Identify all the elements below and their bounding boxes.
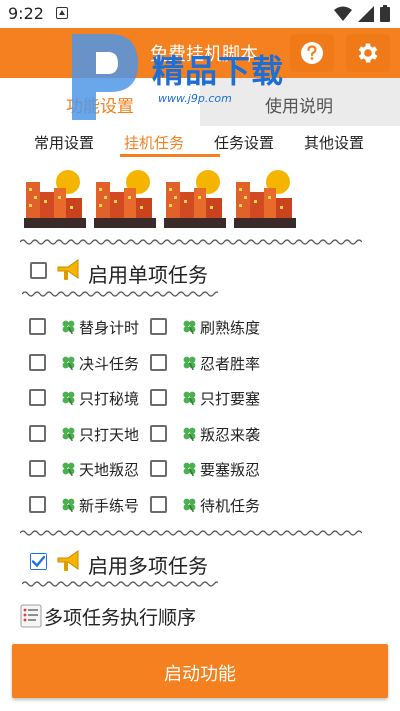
subtab-other-settings[interactable]: 其他设置 bbox=[304, 132, 364, 153]
list-document-icon bbox=[20, 604, 42, 628]
main-tabs: 功能设置 使用说明 bbox=[0, 78, 400, 126]
tab-instructions[interactable]: 使用说明 bbox=[200, 78, 400, 126]
single-task-checkbox[interactable] bbox=[30, 262, 47, 279]
task-label: 只打秘境 bbox=[79, 390, 140, 408]
city-sunset-icon bbox=[234, 170, 296, 228]
multi-task-checkbox[interactable] bbox=[30, 553, 47, 570]
task-label: 只打天地 bbox=[79, 426, 140, 444]
notification-icon bbox=[56, 7, 68, 19]
tab-function-settings[interactable]: 功能设置 bbox=[0, 78, 200, 126]
city-sunset-icon bbox=[164, 170, 226, 228]
task-label: 决斗任务 bbox=[79, 355, 140, 373]
clover-icon bbox=[62, 498, 75, 512]
wavy-divider bbox=[22, 291, 218, 297]
city-icon-row bbox=[24, 168, 324, 230]
clover-icon bbox=[62, 427, 75, 441]
task-checkbox[interactable] bbox=[150, 425, 167, 442]
trumpet-icon bbox=[57, 259, 79, 280]
wavy-divider bbox=[20, 530, 362, 536]
clover-icon bbox=[183, 427, 196, 441]
task-label: 要塞叛忍 bbox=[200, 461, 261, 479]
task-label: 替身计时 bbox=[79, 319, 140, 337]
task-checkbox[interactable] bbox=[150, 318, 167, 335]
task-checkbox[interactable] bbox=[150, 460, 167, 477]
status-bar: 9:22 bbox=[0, 0, 400, 28]
help-button[interactable] bbox=[290, 34, 334, 72]
single-task-label: 启用单项任务 bbox=[88, 263, 208, 287]
city-sunset-icon bbox=[24, 170, 86, 228]
task-label: 只打要塞 bbox=[200, 390, 261, 408]
task-checkbox[interactable] bbox=[29, 460, 46, 477]
settings-button[interactable] bbox=[346, 34, 390, 72]
task-checkbox[interactable] bbox=[29, 318, 46, 335]
clover-icon bbox=[62, 391, 75, 405]
task-label: 新手练号 bbox=[79, 497, 140, 515]
app-bar: 免费挂机脚本 bbox=[0, 28, 400, 78]
clover-icon bbox=[183, 320, 196, 334]
city-sunset-icon bbox=[94, 170, 156, 228]
multi-task-label: 启用多项任务 bbox=[88, 554, 208, 578]
task-checkbox[interactable] bbox=[29, 425, 46, 442]
execution-order-label: 多项任务执行顺序 bbox=[44, 607, 197, 629]
checkmark-icon bbox=[31, 554, 46, 569]
subtab-task-settings[interactable]: 任务设置 bbox=[214, 132, 274, 153]
gear-icon bbox=[358, 43, 378, 63]
tab-function-settings-label: 功能设置 bbox=[66, 97, 134, 117]
tab-instructions-label: 使用说明 bbox=[265, 97, 333, 117]
active-tab-indicator bbox=[120, 154, 220, 157]
task-label: 叛忍来袭 bbox=[200, 426, 261, 444]
task-label: 刷熟练度 bbox=[200, 319, 261, 337]
start-function-label: 启动功能 bbox=[164, 664, 236, 685]
clover-icon bbox=[62, 356, 75, 370]
task-checkbox[interactable] bbox=[29, 354, 46, 371]
battery-icon bbox=[380, 5, 390, 22]
status-time: 9:22 bbox=[8, 4, 44, 23]
clover-icon bbox=[183, 498, 196, 512]
sub-tabs: 常用设置 挂机任务 任务设置 其他设置 bbox=[20, 128, 380, 158]
clover-icon bbox=[183, 462, 196, 476]
status-icons bbox=[334, 5, 390, 22]
clover-icon bbox=[183, 356, 196, 370]
start-function-button[interactable]: 启动功能 bbox=[12, 644, 388, 698]
task-checkbox[interactable] bbox=[29, 496, 46, 513]
signal-icon bbox=[358, 5, 374, 22]
clover-icon bbox=[62, 320, 75, 334]
task-label: 忍者胜率 bbox=[200, 355, 261, 373]
subtab-common-settings[interactable]: 常用设置 bbox=[34, 132, 94, 153]
clover-icon bbox=[183, 391, 196, 405]
wavy-divider bbox=[20, 239, 362, 245]
task-checkbox[interactable] bbox=[29, 389, 46, 406]
question-icon bbox=[301, 42, 323, 64]
task-label: 待机任务 bbox=[200, 497, 261, 515]
wavy-divider bbox=[22, 581, 218, 587]
task-checkbox[interactable] bbox=[150, 496, 167, 513]
task-checkbox[interactable] bbox=[150, 354, 167, 371]
wifi-icon bbox=[334, 6, 352, 21]
subtab-idle-tasks[interactable]: 挂机任务 bbox=[124, 132, 184, 153]
task-label: 天地叛忍 bbox=[79, 461, 140, 479]
app-title: 免费挂机脚本 bbox=[150, 44, 258, 65]
trumpet-icon bbox=[57, 550, 79, 571]
task-checkbox[interactable] bbox=[150, 389, 167, 406]
clover-icon bbox=[62, 462, 75, 476]
